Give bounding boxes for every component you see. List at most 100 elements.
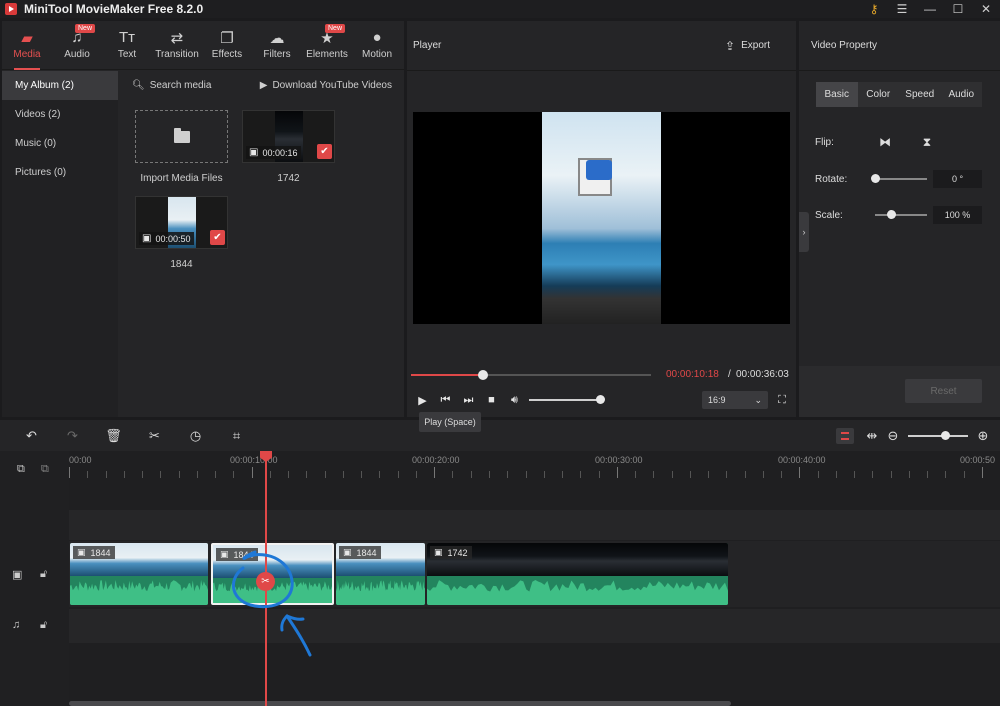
album-item-music[interactable]: Music (0): [2, 129, 118, 158]
close-icon[interactable]: ✕: [972, 0, 1000, 18]
maximize-icon[interactable]: ☐: [944, 0, 972, 18]
zoom-in-button[interactable]: ⊕: [976, 420, 990, 451]
export-button[interactable]: ⇪ Export: [725, 39, 770, 53]
fit-timeline-button[interactable]: ⇹: [864, 420, 880, 451]
search-media-button[interactable]: 🔍︎ Search media: [132, 80, 211, 91]
tab-filters[interactable]: ☁ Filters: [252, 21, 302, 70]
tab-audio[interactable]: New ♫ Audio: [52, 21, 102, 70]
tab-label: Motion: [361, 49, 392, 60]
ruler-tick: [178, 471, 180, 478]
seek-handle[interactable]: [477, 370, 488, 380]
scale-handle[interactable]: [886, 210, 896, 219]
import-media-button[interactable]: [135, 110, 228, 163]
timeline-area[interactable]: 00:00 00:00:10:00 00:00:20:00 00:00:30:0…: [69, 451, 1000, 706]
next-frame-button[interactable]: ⏭: [457, 391, 480, 409]
stop-button[interactable]: ■: [480, 391, 503, 409]
waveform-shape: [336, 580, 425, 605]
search-media-label: Search media: [149, 79, 212, 91]
rotate-handle[interactable]: [871, 174, 880, 183]
music-track[interactable]: [69, 609, 1000, 643]
minimize-icon[interactable]: —: [916, 0, 944, 18]
play-button[interactable]: ▶: [411, 391, 434, 409]
album-item-videos[interactable]: Videos (2): [2, 100, 118, 129]
tab-audio[interactable]: Audio: [941, 82, 983, 107]
ruler-tick: [744, 471, 746, 478]
tab-elements[interactable]: New ★ Elements: [302, 21, 352, 70]
added-check-icon[interactable]: ✔: [210, 230, 225, 245]
speed-button[interactable]: ◷: [175, 420, 216, 451]
rotate-value-input[interactable]: 0 °: [933, 170, 982, 188]
time-ruler[interactable]: 00:00 00:00:10:00 00:00:20:00 00:00:30:0…: [69, 451, 1000, 479]
timeline-clip[interactable]: ▣ 1742: [427, 543, 728, 605]
volume-button[interactable]: 🔊︎: [503, 391, 526, 409]
redo-button[interactable]: ↷: [52, 420, 93, 451]
undo-button[interactable]: ↶: [11, 420, 52, 451]
ruler-tick: [854, 471, 856, 478]
timeline-clip[interactable]: ▣ 1844: [70, 543, 208, 605]
ruler-tick: [616, 467, 618, 478]
reset-button[interactable]: Reset: [905, 379, 982, 403]
lock-icon[interactable]: 🔓︎: [40, 619, 47, 632]
waveform-shape: [427, 579, 728, 605]
play-icon: ▶: [418, 394, 427, 407]
flip-horizontal-icon: ⧓: [879, 135, 891, 149]
tab-text[interactable]: Tт Text: [102, 21, 152, 70]
transition-icon: ⇄: [170, 30, 184, 47]
film-icon: ▣: [142, 233, 152, 244]
volume-handle[interactable]: [596, 395, 605, 404]
scale-slider[interactable]: [875, 210, 927, 219]
fullscreen-button[interactable]: ⛶: [774, 391, 790, 409]
lock-icon[interactable]: 🔓︎: [40, 568, 47, 581]
ruler-tick: [653, 471, 655, 478]
scissors-icon: ✂: [149, 427, 160, 443]
key-icon[interactable]: ⚷: [860, 0, 888, 18]
tab-color[interactable]: Color: [858, 82, 900, 107]
video-track[interactable]: ▣ 1844 ▣ 1844 ▣ 1844 ▣ 1742: [69, 541, 1000, 607]
timeline-clip-selected[interactable]: ▣ 1844: [211, 543, 334, 605]
snap-button[interactable]: [836, 427, 854, 444]
video-property-panel: Video Property Basic Color Speed Audio F…: [799, 21, 1000, 417]
crop-button[interactable]: ⌗: [216, 420, 257, 451]
timeline-clip[interactable]: ▣ 1844: [336, 543, 425, 605]
album-item-my-album[interactable]: My Album (2): [2, 71, 118, 100]
download-youtube-button[interactable]: ▶ Download YouTube Videos: [260, 80, 392, 91]
video-preview[interactable]: [413, 112, 790, 324]
ruler-tick: [543, 471, 545, 478]
volume-slider[interactable]: [529, 395, 605, 404]
zoom-slider[interactable]: [908, 430, 968, 440]
tab-effects[interactable]: ❐ Effects: [202, 21, 252, 70]
ruler-tick: [288, 471, 290, 478]
collapse-panel-button[interactable]: ›: [799, 212, 809, 252]
aspect-ratio-select[interactable]: 16:9 ⌄: [702, 391, 768, 409]
tab-speed[interactable]: Speed: [899, 82, 941, 107]
menu-icon[interactable]: ☰: [888, 0, 916, 18]
media-item-1742[interactable]: ▣ 00:00:16 ✔: [242, 110, 335, 163]
tab-media[interactable]: ▰ Media: [2, 21, 52, 70]
ruler-tick: [196, 471, 198, 478]
scale-value-input[interactable]: 100 %: [933, 206, 982, 224]
tab-label: Media: [13, 49, 41, 60]
overlay-track[interactable]: [69, 510, 1000, 540]
timeline-scrollbar[interactable]: [69, 701, 731, 706]
split-at-playhead-button[interactable]: ✂: [256, 572, 275, 591]
duration-text: 00:00:50: [155, 233, 191, 244]
album-item-pictures[interactable]: Pictures (0): [2, 158, 118, 187]
previous-frame-button[interactable]: ⏮: [434, 391, 457, 409]
added-check-icon[interactable]: ✔: [317, 144, 332, 159]
zoom-handle[interactable]: [941, 430, 950, 440]
copy-track-icon[interactable]: ⧉: [41, 463, 49, 476]
tab-basic[interactable]: Basic: [816, 82, 858, 107]
media-item-1844[interactable]: ▣ 00:00:50 ✔: [135, 196, 228, 249]
zoom-out-button[interactable]: ⊖: [886, 420, 900, 451]
tab-motion[interactable]: ● Motion: [352, 21, 402, 70]
tab-transition[interactable]: ⇄ Transition: [152, 21, 202, 70]
split-button[interactable]: ✂: [134, 420, 175, 451]
ruler-tick: [87, 471, 89, 478]
rotate-slider[interactable]: [871, 174, 927, 183]
delete-button[interactable]: 🗑︎: [93, 420, 134, 451]
add-track-icon[interactable]: ⧉: [17, 463, 25, 476]
flip-vertical-button[interactable]: ⧗: [917, 133, 937, 151]
clip-name: 1844: [90, 547, 111, 558]
ruler-tick: [890, 471, 892, 478]
flip-horizontal-button[interactable]: ⧓: [875, 133, 895, 151]
